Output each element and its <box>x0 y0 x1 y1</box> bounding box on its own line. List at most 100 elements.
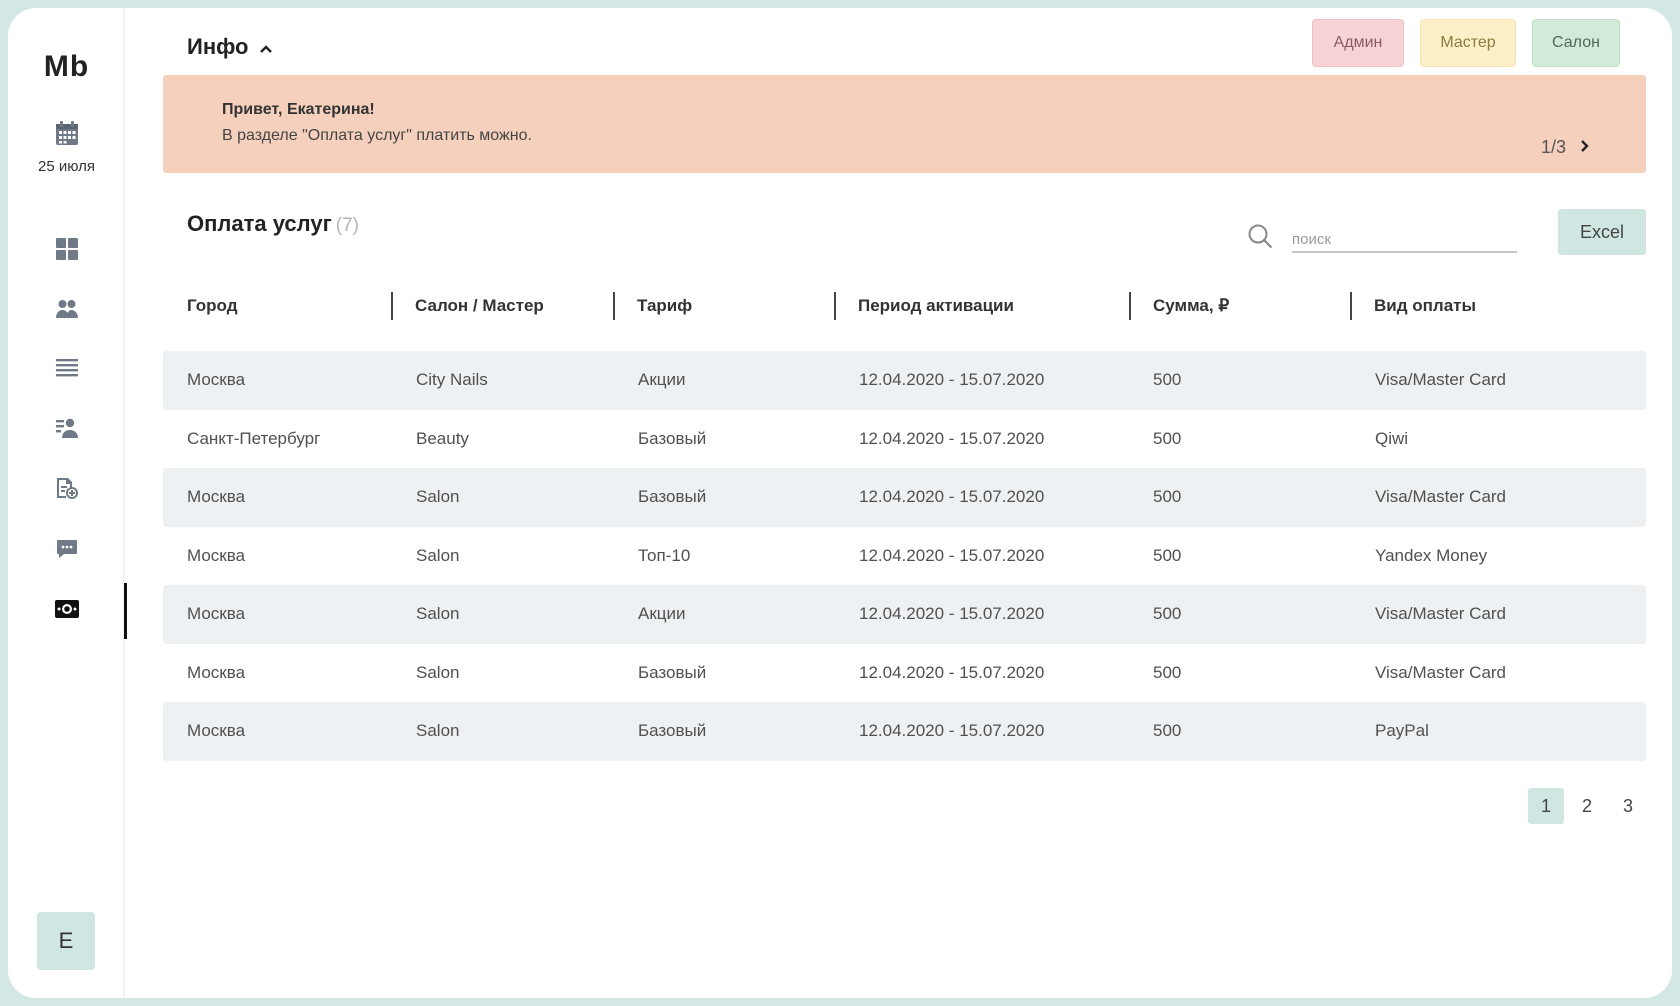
person-list-icon <box>55 418 78 443</box>
cell-payment-type: Yandex Money <box>1375 545 1488 565</box>
column-header-tariff[interactable]: Тариф <box>613 292 692 320</box>
cell-salon: City Nails <box>416 370 488 390</box>
page-button-1[interactable]: 1 <box>1528 788 1564 824</box>
pagination: 1 2 3 <box>1528 788 1646 824</box>
calendar-widget[interactable]: 25 июля <box>8 120 125 175</box>
cell-salon: Beauty <box>416 428 469 448</box>
cell-payment-type: PayPal <box>1375 721 1429 741</box>
logo: Mb <box>43 50 90 83</box>
cell-payment-type: Qiwi <box>1375 428 1409 448</box>
table-row[interactable]: Москва City Nails Акции 12.04.2020 - 15.… <box>163 351 1646 410</box>
column-header-period[interactable]: Период активации <box>834 292 1014 320</box>
sidebar: Mb 25 июля E <box>8 8 127 998</box>
banner-title: Привет, Екатерина! <box>222 101 375 118</box>
cell-amount: 500 <box>1153 604 1182 624</box>
role-master-button[interactable]: Мастер <box>1420 19 1516 67</box>
cell-tariff: Акции <box>638 370 686 390</box>
main-content: Инфо Админ Мастер Салон Привет, Екатерин… <box>163 8 1646 998</box>
info-label: Инфо <box>187 34 249 59</box>
nav-dashboard[interactable] <box>8 231 125 271</box>
nav-messages[interactable] <box>8 531 125 571</box>
excel-export-button[interactable]: Excel <box>1558 209 1646 255</box>
nav-payments[interactable] <box>8 583 127 639</box>
chat-icon <box>56 538 78 565</box>
info-banner: Привет, Екатерина! В разделе "Оплата усл… <box>163 75 1646 173</box>
section-title-text: Оплата услуг <box>187 211 332 236</box>
cell-period: 12.04.2020 - 15.07.2020 <box>859 370 1045 390</box>
app-window: Mb 25 июля E Инфо Админ Мастер Салон При… <box>8 8 1672 998</box>
cell-city: Москва <box>187 545 246 565</box>
nav-list[interactable] <box>8 350 125 390</box>
role-salon-button[interactable]: Салон <box>1532 19 1620 67</box>
cell-tariff: Базовый <box>638 487 707 507</box>
section-count: (7) <box>335 215 359 236</box>
table-row[interactable]: Москва Salon Базовый 12.04.2020 - 15.07.… <box>163 702 1646 761</box>
calendar-icon <box>55 120 79 151</box>
nav-clients[interactable] <box>8 410 125 450</box>
table-header: Город Салон / Мастер Тариф Период актива… <box>163 292 1646 332</box>
page-title: Оплата услуг (7) <box>187 211 359 237</box>
cell-amount: 500 <box>1153 545 1182 565</box>
cell-amount: 500 <box>1153 487 1182 507</box>
table-row[interactable]: Москва Salon Акции 12.04.2020 - 15.07.20… <box>163 585 1646 644</box>
current-date: 25 июля <box>37 158 96 175</box>
chevron-right-icon[interactable] <box>1580 137 1590 158</box>
search-box <box>1247 217 1517 253</box>
user-avatar[interactable]: E <box>37 912 95 970</box>
cell-payment-type: Visa/Master Card <box>1375 370 1507 390</box>
cell-payment-type: Visa/Master Card <box>1375 487 1507 507</box>
info-toggle[interactable]: Инфо <box>187 34 273 60</box>
chevron-up-icon <box>259 34 273 60</box>
banner-pager: 1/3 <box>1541 137 1590 158</box>
cell-period: 12.04.2020 - 15.07.2020 <box>859 721 1045 741</box>
role-admin-button[interactable]: Админ <box>1312 19 1404 67</box>
cell-tariff: Базовый <box>638 721 707 741</box>
document-add-icon <box>56 477 78 504</box>
table-row[interactable]: Москва Salon Базовый 12.04.2020 - 15.07.… <box>163 644 1646 703</box>
cell-salon: Salon <box>416 662 460 682</box>
banner-page-indicator: 1/3 <box>1540 137 1566 157</box>
column-header-amount[interactable]: Сумма, ₽ <box>1129 292 1229 320</box>
table-row[interactable]: Москва Salon Базовый 12.04.2020 - 15.07.… <box>163 468 1646 527</box>
payments-table: Москва City Nails Акции 12.04.2020 - 15.… <box>163 351 1646 761</box>
column-header-payment-type[interactable]: Вид оплаты <box>1350 292 1476 320</box>
table-row[interactable]: Санкт-Петербург Beauty Базовый 12.04.202… <box>163 410 1646 469</box>
list-icon <box>55 358 78 382</box>
table-row[interactable]: Москва Salon Топ-10 12.04.2020 - 15.07.2… <box>163 527 1646 586</box>
role-switcher: Админ Мастер Салон <box>1312 19 1620 67</box>
nav-documents[interactable] <box>8 470 125 510</box>
nav-users[interactable] <box>8 291 125 331</box>
cell-amount: 500 <box>1153 428 1182 448</box>
cell-period: 12.04.2020 - 15.07.2020 <box>859 662 1045 682</box>
banner-text: В разделе "Оплата услуг" платить можно. <box>222 127 532 144</box>
dashboard-icon <box>55 237 78 265</box>
search-input[interactable] <box>1292 217 1517 253</box>
search-icon[interactable] <box>1247 223 1273 254</box>
cell-city: Москва <box>187 662 246 682</box>
cell-period: 12.04.2020 - 15.07.2020 <box>859 428 1045 448</box>
cell-city: Москва <box>187 721 246 741</box>
cell-period: 12.04.2020 - 15.07.2020 <box>859 604 1045 624</box>
column-header-city[interactable]: Город <box>187 292 238 320</box>
users-icon <box>55 299 78 324</box>
cell-tariff: Акции <box>638 604 686 624</box>
cell-salon: Salon <box>416 487 460 507</box>
cell-amount: 500 <box>1153 662 1182 682</box>
cell-amount: 500 <box>1153 721 1182 741</box>
cell-period: 12.04.2020 - 15.07.2020 <box>859 487 1045 507</box>
cell-city: Санкт-Петербург <box>187 428 321 448</box>
cell-period: 12.04.2020 - 15.07.2020 <box>859 545 1045 565</box>
cell-salon: Salon <box>416 604 460 624</box>
cell-city: Москва <box>187 487 246 507</box>
column-header-salon[interactable]: Салон / Мастер <box>391 292 544 320</box>
page-button-3[interactable]: 3 <box>1610 788 1646 824</box>
cell-salon: Salon <box>416 545 460 565</box>
cell-city: Москва <box>187 370 246 390</box>
cell-salon: Salon <box>416 721 460 741</box>
cell-amount: 500 <box>1153 370 1182 390</box>
money-icon <box>54 599 79 623</box>
cell-tariff: Базовый <box>638 662 707 682</box>
cell-tariff: Топ-10 <box>638 545 691 565</box>
page-button-2[interactable]: 2 <box>1569 788 1605 824</box>
cell-payment-type: Visa/Master Card <box>1375 604 1507 624</box>
